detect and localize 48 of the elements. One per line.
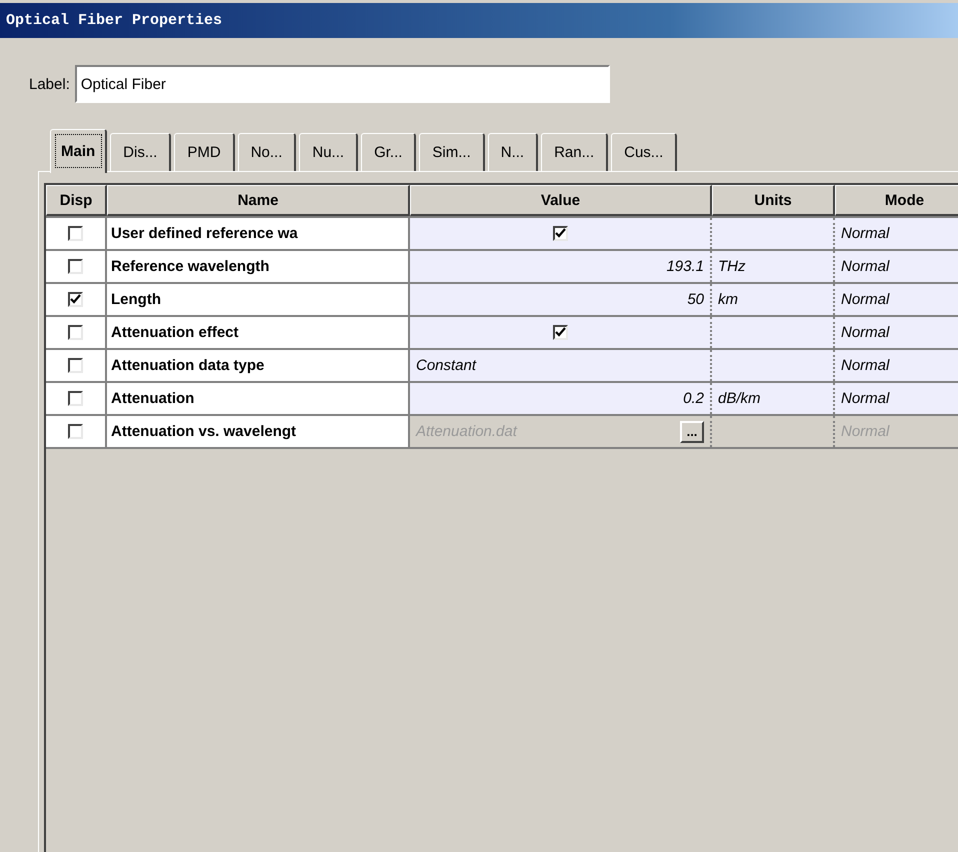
mode-text: Normal: [841, 357, 890, 374]
tab[interactable]: Dis...: [110, 133, 172, 171]
tab[interactable]: Sim...: [419, 133, 485, 171]
value-text: Constant: [416, 357, 476, 374]
disp-checkbox[interactable]: [68, 292, 83, 307]
table-cell: Reference wavelength: [107, 251, 410, 282]
window-title: Optical Fiber Properties: [6, 12, 222, 29]
value-text: 0.2: [683, 390, 704, 407]
table-cell: Attenuation vs. wavelengt: [107, 416, 410, 447]
tab[interactable]: Nu...: [299, 133, 358, 171]
label-caption: Label:: [29, 76, 70, 92]
table-cell: User defined reference wa: [107, 218, 410, 249]
column-header[interactable]: Disp: [46, 185, 107, 216]
disp-checkbox[interactable]: [68, 358, 83, 373]
table-cell: Attenuation data type: [107, 350, 410, 381]
column-header[interactable]: Units: [712, 185, 835, 216]
disp-checkbox[interactable]: [68, 226, 83, 241]
disp-checkbox[interactable]: [68, 391, 83, 406]
value-checkbox[interactable]: [552, 325, 568, 340]
value-text: 50: [687, 291, 704, 308]
file-name-text: Attenuation.dat: [416, 423, 518, 440]
mode-text: Normal: [841, 291, 890, 308]
disp-checkbox[interactable]: [68, 325, 83, 340]
column-header[interactable]: Name: [107, 185, 410, 216]
tab[interactable]: Ran...: [541, 133, 608, 171]
units-text: THz: [718, 258, 746, 275]
tab[interactable]: N...: [488, 133, 538, 171]
mode-text: Normal: [841, 390, 890, 407]
units-text: dB/km: [718, 390, 761, 407]
value-checkbox[interactable]: [552, 226, 568, 241]
tab[interactable]: No...: [238, 133, 296, 171]
table-cell: Attenuation effect: [107, 317, 410, 348]
tab[interactable]: Main: [50, 129, 108, 173]
tab[interactable]: Cus...: [611, 133, 678, 171]
disp-checkbox[interactable]: [68, 259, 83, 274]
mode-text: Normal: [841, 423, 890, 440]
tab[interactable]: PMD: [174, 133, 235, 171]
mode-text: Normal: [841, 225, 890, 242]
column-header[interactable]: Mode: [835, 185, 958, 216]
table-cell: Attenuation: [107, 383, 410, 414]
column-header[interactable]: Value: [410, 185, 712, 216]
tab[interactable]: Gr...: [361, 133, 416, 171]
units-text: km: [718, 291, 738, 308]
mode-text: Normal: [841, 258, 890, 275]
value-text: 193.1: [666, 258, 704, 275]
mode-text: Normal: [841, 324, 890, 341]
label-field[interactable]: Optical Fiber: [74, 65, 610, 103]
table-cell: Length: [107, 284, 410, 315]
